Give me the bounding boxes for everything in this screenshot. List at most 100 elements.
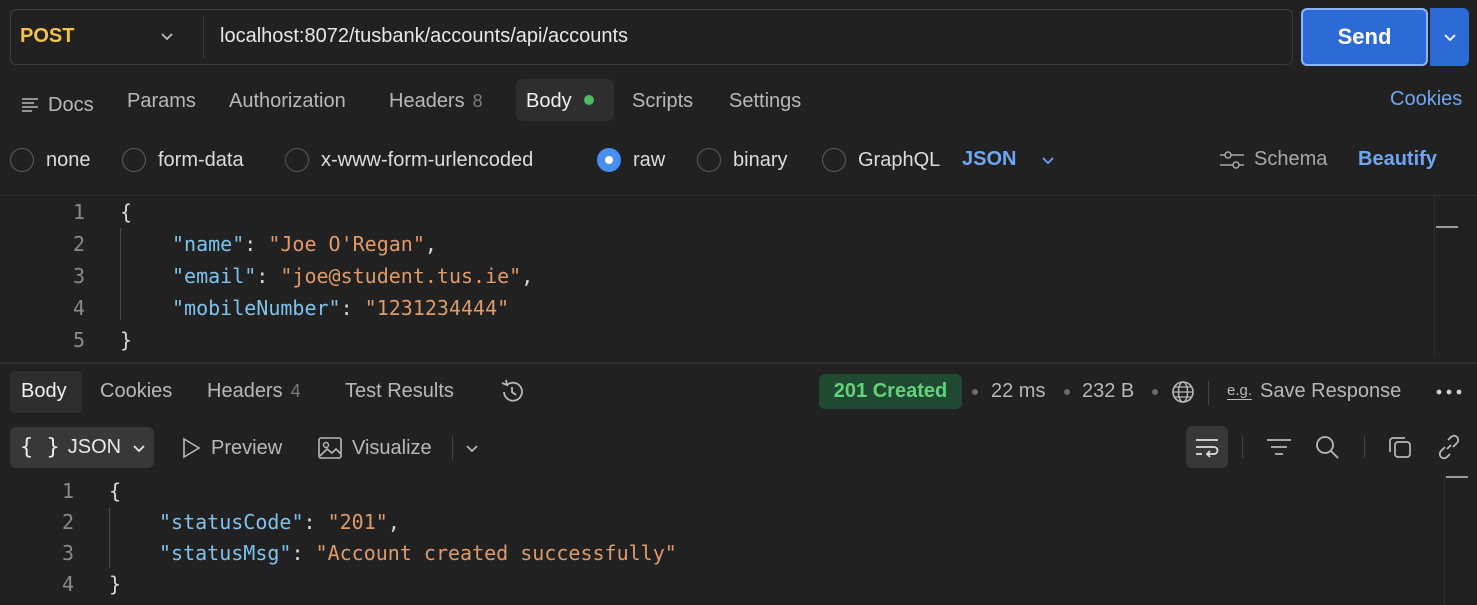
example-icon: e.g. — [1227, 382, 1253, 400]
schema-label: Schema — [1254, 148, 1328, 170]
separator-dot — [972, 389, 978, 395]
search-icon — [1316, 436, 1339, 459]
response-headers-count: 4 — [290, 381, 301, 401]
json-value: "1231234444" — [364, 296, 510, 320]
radio-circle — [697, 148, 721, 172]
beautify-button[interactable]: Beautify — [1358, 148, 1437, 171]
cookies-link[interactable]: Cookies — [1390, 88, 1462, 111]
line-number: 1 — [61, 479, 74, 503]
toolbar-separator — [1242, 436, 1243, 458]
json-key: "mobileNumber" — [172, 296, 341, 320]
json-brace: { — [120, 200, 133, 224]
method-select[interactable]: POST — [20, 25, 74, 48]
radio-graphql[interactable]: GraphQL — [822, 148, 940, 172]
editor-scrollbar[interactable] — [1434, 196, 1435, 356]
status-badge[interactable]: 201 Created — [819, 374, 962, 409]
radio-label: GraphQL — [858, 148, 941, 171]
toolbar-separator — [1364, 436, 1365, 458]
response-tab-headers[interactable]: Headers 4 — [207, 380, 301, 403]
line-number: 2 — [72, 232, 85, 256]
line-number: 4 — [72, 296, 85, 320]
json-key: "name" — [172, 232, 245, 256]
json-line: "statusCode": "201", — [159, 510, 400, 534]
json-line: "name": "Joe O'Regan", — [172, 232, 437, 256]
tab-body[interactable]: Body — [526, 89, 594, 121]
schema-button[interactable]: Schema — [1218, 148, 1327, 171]
tab-body-label: Body — [526, 90, 572, 112]
json-brace: } — [109, 572, 122, 596]
response-tab-cookies[interactable]: Cookies — [100, 380, 172, 403]
radio-binary[interactable]: binary — [697, 148, 787, 172]
radio-label: form-data — [158, 148, 244, 171]
save-response-label: Save Response — [1260, 380, 1402, 402]
send-options-button[interactable] — [1430, 8, 1469, 66]
send-button[interactable]: Send — [1301, 8, 1428, 66]
radio-circle — [122, 148, 146, 172]
image-icon — [318, 437, 342, 459]
response-line-numbers: 1 2 3 4 — [44, 476, 74, 600]
response-size[interactable]: 232 B — [1082, 380, 1134, 403]
response-time[interactable]: 22 ms — [991, 380, 1045, 403]
search-button[interactable] — [1312, 432, 1342, 462]
toolbar-separator — [452, 436, 453, 460]
line-number: 2 — [61, 510, 74, 534]
preview-button[interactable]: Preview — [179, 436, 282, 460]
more-options-icon[interactable] — [1435, 386, 1463, 398]
save-response-button[interactable]: e.g. Save Response — [1227, 380, 1401, 403]
json-value: "joe@student.tus.ie" — [280, 264, 522, 288]
radio-form-data[interactable]: form-data — [122, 148, 244, 172]
radio-none[interactable]: none — [10, 148, 91, 172]
word-wrap-toggle[interactable] — [1186, 426, 1228, 468]
preview-label: Preview — [211, 436, 283, 459]
copy-button[interactable] — [1385, 432, 1415, 462]
sliders-icon — [1220, 150, 1244, 169]
radio-circle-selected — [597, 148, 621, 172]
response-tab-test-results[interactable]: Test Results — [345, 380, 454, 403]
radio-label: none — [46, 148, 91, 171]
headers-count: 8 — [472, 91, 483, 111]
tab-headers[interactable]: Headers 8 — [389, 89, 483, 121]
chevron-down-icon — [133, 444, 145, 452]
request-body-editor[interactable]: { "name": "Joe O'Regan", "email": "joe@s… — [120, 196, 533, 356]
docs-icon — [22, 98, 38, 112]
raw-format-label: JSON — [962, 148, 1017, 170]
json-value: "Account created successfully" — [315, 541, 677, 565]
link-icon — [1438, 434, 1460, 460]
chevron-down-icon[interactable] — [464, 440, 480, 456]
json-key: "statusMsg" — [159, 541, 292, 565]
response-scrollbar[interactable] — [1444, 476, 1445, 605]
tab-authorization[interactable]: Authorization — [229, 89, 346, 121]
tab-docs[interactable]: Docs — [20, 89, 94, 121]
tab-settings[interactable]: Settings — [729, 89, 801, 121]
url-input[interactable]: localhost:8072/tusbank/accounts/api/acco… — [220, 25, 628, 48]
copy-icon — [1389, 437, 1411, 458]
radio-raw[interactable]: raw — [597, 148, 665, 172]
tab-headers-label: Headers — [389, 90, 465, 112]
filter-button[interactable] — [1264, 432, 1294, 462]
response-tab-body[interactable]: Body — [21, 380, 67, 403]
json-brace: { — [109, 479, 122, 503]
radio-urlencoded[interactable]: x-www-form-urlencoded — [285, 148, 533, 172]
line-number: 3 — [72, 264, 85, 288]
chevron-down-icon[interactable] — [159, 28, 175, 44]
response-body-viewer[interactable]: { "statusCode": "201", "statusMsg": "Acc… — [109, 476, 677, 600]
json-comma: , — [424, 232, 437, 256]
json-value: "201" — [327, 510, 388, 534]
json-key: "email" — [172, 264, 257, 288]
link-button[interactable] — [1434, 432, 1464, 462]
radio-label: raw — [633, 148, 666, 171]
json-value: "Joe O'Regan" — [268, 232, 425, 256]
visualize-button[interactable]: Visualize — [317, 436, 432, 460]
response-format-select[interactable]: { } JSON — [10, 427, 154, 468]
pane-divider[interactable] — [0, 362, 1477, 364]
raw-format-select[interactable]: JSON — [962, 148, 1056, 171]
tab-params[interactable]: Params — [127, 89, 196, 121]
toolbar-separator — [1208, 381, 1209, 405]
globe-icon[interactable] — [1170, 379, 1196, 405]
history-icon[interactable] — [498, 378, 526, 406]
json-comma: , — [387, 510, 400, 534]
json-line: "mobileNumber": "1231234444" — [172, 296, 510, 320]
json-line: "email": "joe@student.tus.ie", — [172, 264, 534, 288]
radio-circle — [822, 148, 846, 172]
tab-scripts[interactable]: Scripts — [632, 89, 693, 121]
